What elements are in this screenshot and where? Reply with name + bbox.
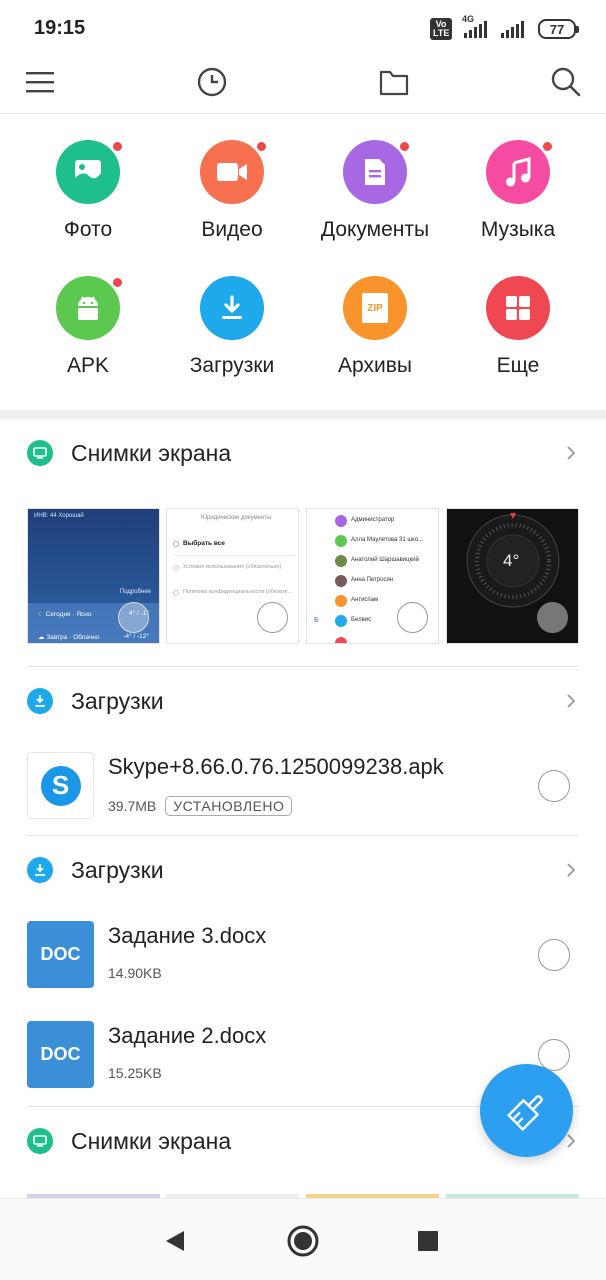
category-video[interactable]: Видео	[157, 140, 307, 242]
file-meta: 39.7MB УСТАНОВЛЕНО	[108, 796, 293, 816]
new-badge	[111, 140, 124, 153]
section-header-screenshots[interactable]: Снимки экрана	[0, 428, 606, 478]
chevron-right-icon	[567, 1134, 576, 1148]
section-title: Снимки экрана	[71, 1127, 232, 1154]
file-size: 39.7MB	[108, 798, 157, 814]
category-grid: Фото Видео Документы Музыка APK Загрузки…	[0, 140, 606, 390]
file-row[interactable]: DOC Задание 3.docx 14.90KB	[0, 921, 606, 1001]
weather-today: ☾ Сегодня · Ясно	[38, 611, 92, 618]
divider	[0, 410, 606, 419]
category-archives[interactable]: ZIP Архивы	[300, 276, 450, 378]
search-icon[interactable]	[546, 62, 586, 102]
battery-icon: 77	[538, 19, 579, 39]
file-meta: 14.90KB	[108, 965, 162, 981]
section-header-downloads[interactable]: Загрузки	[0, 676, 606, 726]
screenshot-icon	[27, 440, 53, 466]
screenshot-thumbnail[interactable]: ИНВ: 44 Хорошай Подробнее ☾ Сегодня · Яс…	[27, 508, 160, 644]
chevron-right-icon	[567, 694, 576, 708]
signal-icon-2	[501, 20, 524, 38]
network-type: 4G	[462, 14, 475, 24]
battery-level: 77	[549, 21, 565, 37]
select-checkbox[interactable]	[397, 602, 428, 633]
divider	[27, 835, 579, 836]
document-icon	[343, 140, 411, 204]
section-title: Загрузки	[71, 856, 164, 883]
zip-icon: ZIP	[343, 276, 407, 340]
file-name: Skype+8.66.0.76.1250099238.apk	[108, 754, 444, 779]
category-documents[interactable]: Документы	[300, 140, 450, 242]
screenshot-thumbnail[interactable]: Администратор Алла Маулетова 31 шко... А…	[306, 508, 439, 644]
image-icon	[56, 140, 124, 204]
android-icon	[56, 276, 124, 340]
weather-tomorrow: ☁ Завтра · Облачно	[38, 634, 100, 641]
download-icon	[27, 688, 53, 714]
navigation-bar	[0, 1198, 606, 1280]
broom-icon	[506, 1094, 543, 1131]
music-icon	[486, 140, 554, 204]
section-title: Загрузки	[71, 687, 164, 714]
status-bar: 19:15 Vo LTE 4G 77	[0, 0, 606, 58]
select-checkbox[interactable]	[538, 939, 570, 971]
new-badge	[111, 276, 124, 289]
select-checkbox[interactable]	[257, 602, 288, 633]
file-name: Задание 3.docx	[108, 923, 267, 948]
divider	[27, 666, 579, 667]
installed-badge: УСТАНОВЛЕНО	[165, 796, 293, 816]
doc-icon: DOC	[27, 921, 94, 988]
video-icon	[200, 140, 268, 204]
download-icon	[200, 276, 264, 340]
recents-icon[interactable]	[408, 1221, 448, 1261]
file-size: 15.25KB	[108, 1065, 162, 1081]
clean-fab-button[interactable]	[480, 1064, 573, 1157]
screenshot-icon	[27, 1128, 53, 1154]
file-name: Задание 2.docx	[108, 1023, 267, 1048]
category-apk[interactable]: APK	[13, 276, 163, 378]
select-checkbox[interactable]	[537, 602, 568, 633]
select-checkbox[interactable]	[538, 770, 570, 802]
category-photo[interactable]: Фото	[13, 140, 163, 242]
section-header-downloads[interactable]: Загрузки	[0, 845, 606, 895]
skype-icon: S	[27, 752, 94, 819]
clock-icon[interactable]	[192, 62, 232, 102]
file-meta: 15.25KB	[108, 1065, 162, 1081]
select-checkbox[interactable]	[118, 602, 149, 633]
category-downloads[interactable]: Загрузки	[157, 276, 307, 378]
top-toolbar	[0, 58, 606, 114]
doc-icon: DOC	[27, 1021, 94, 1088]
status-time: 19:15	[34, 17, 86, 39]
signal-icon: 4G	[462, 14, 487, 38]
file-size: 14.90KB	[108, 965, 162, 981]
category-more[interactable]: Еще	[443, 276, 593, 378]
category-music[interactable]: Музыка	[443, 140, 593, 242]
grid-icon	[486, 276, 550, 340]
home-icon[interactable]	[283, 1221, 323, 1261]
file-row[interactable]: S Skype+8.66.0.76.1250099238.apk 39.7MB …	[0, 752, 606, 832]
new-badge	[541, 140, 554, 153]
section-title: Снимки экрана	[71, 439, 232, 466]
chevron-right-icon	[567, 446, 576, 460]
status-icons: Vo LTE 4G 77	[430, 14, 579, 40]
screenshot-thumbnail[interactable]: 4°	[446, 508, 579, 644]
volte-icon: Vo LTE	[430, 18, 452, 40]
download-icon	[27, 857, 53, 883]
back-icon[interactable]	[155, 1221, 195, 1261]
chevron-right-icon	[567, 863, 576, 877]
new-badge	[398, 140, 411, 153]
menu-icon[interactable]	[20, 62, 60, 102]
screenshot-thumbnails: ИНВ: 44 Хорошай Подробнее ☾ Сегодня · Яс…	[27, 508, 579, 644]
folder-icon[interactable]	[374, 62, 414, 102]
new-badge	[255, 140, 268, 153]
screenshot-thumbnail[interactable]: Юридические документы Выбрать все Услови…	[166, 508, 299, 644]
